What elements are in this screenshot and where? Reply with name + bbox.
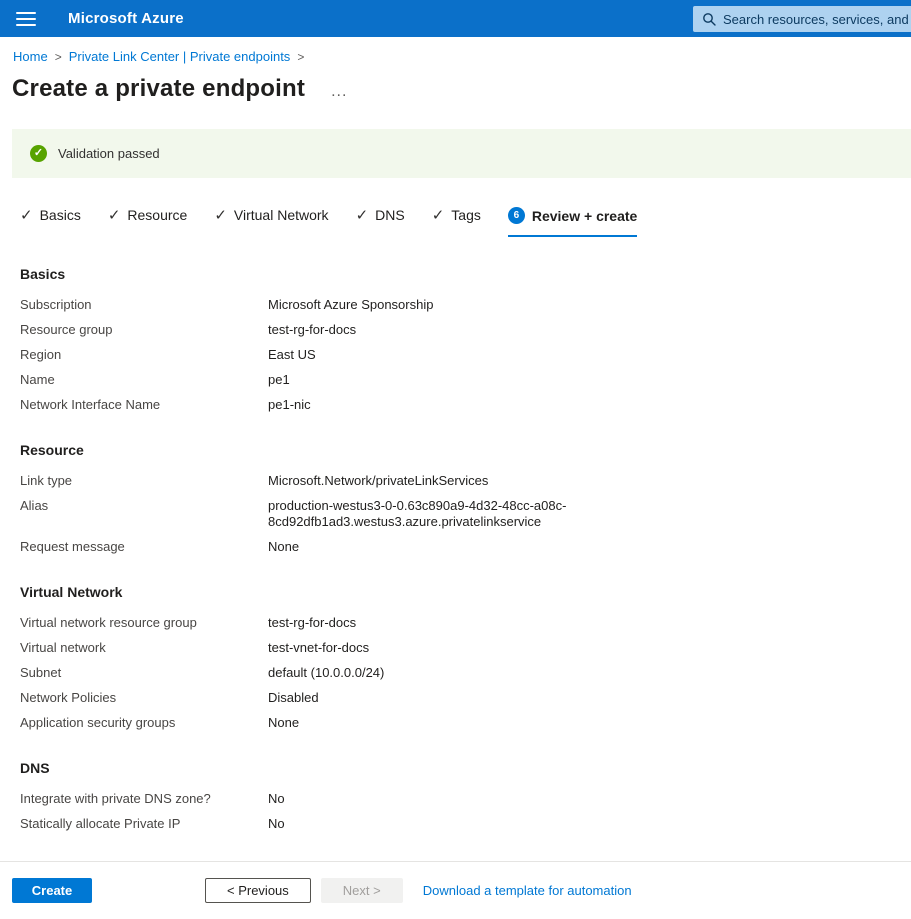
summary-row: Alias production-westus3-0-0.63c890a9-4d… [20, 498, 911, 530]
previous-button[interactable]: < Previous [205, 878, 311, 903]
tab-label: DNS [375, 207, 405, 223]
summary-row: Network Policies Disabled [20, 690, 911, 706]
section-heading: Resource [20, 442, 911, 458]
row-value: production-westus3-0-0.63c890a9-4d32-48c… [268, 498, 570, 530]
tab-label: Resource [127, 207, 187, 223]
section-virtual-network: Virtual Network Virtual network resource… [20, 584, 911, 731]
success-check-icon: ✓ [30, 145, 47, 162]
row-value: None [268, 539, 299, 555]
section-dns: DNS Integrate with private DNS zone? No … [20, 760, 911, 832]
more-actions-icon[interactable]: ... [331, 87, 347, 97]
row-label: Network Policies [20, 690, 268, 706]
product-title: Microsoft Azure [68, 10, 184, 27]
row-value: None [268, 715, 299, 731]
next-button[interactable]: Next > [321, 878, 403, 903]
section-resource: Resource Link type Microsoft.Network/pri… [20, 442, 911, 555]
summary-row: Name pe1 [20, 372, 911, 388]
row-value: pe1-nic [268, 397, 311, 413]
row-label: Virtual network [20, 640, 268, 656]
row-label: Resource group [20, 322, 268, 338]
checkmark-icon: ✓ [108, 208, 121, 223]
wizard-footer: Create < Previous Next > Download a temp… [0, 861, 911, 919]
row-value: Disabled [268, 690, 319, 706]
row-value: pe1 [268, 372, 290, 388]
row-label: Application security groups [20, 715, 268, 731]
row-label: Request message [20, 539, 268, 555]
search-icon [702, 12, 716, 26]
checkmark-icon: ✓ [432, 208, 445, 223]
row-label: Integrate with private DNS zone? [20, 791, 268, 807]
row-value: test-rg-for-docs [268, 322, 356, 338]
row-label: Link type [20, 473, 268, 489]
summary-row: Network Interface Name pe1-nic [20, 397, 911, 413]
section-heading: DNS [20, 760, 911, 776]
tab-resource[interactable]: ✓ Resource [108, 207, 188, 234]
summary-row: Integrate with private DNS zone? No [20, 791, 911, 807]
page-header: Create a private endpoint ... [12, 75, 911, 103]
validation-message: Validation passed [58, 146, 160, 161]
summary-row: Statically allocate Private IP No [20, 816, 911, 832]
row-label: Region [20, 347, 268, 363]
tab-dns[interactable]: ✓ DNS [356, 207, 405, 234]
global-search[interactable] [693, 6, 911, 32]
wizard-tabs: ✓ Basics ✓ Resource ✓ Virtual Network ✓ … [20, 207, 911, 237]
validation-banner: ✓ Validation passed [12, 129, 911, 178]
azure-top-bar: Microsoft Azure [0, 0, 911, 37]
row-value: test-rg-for-docs [268, 615, 356, 631]
checkmark-icon: ✓ [214, 208, 227, 223]
summary-row: Resource group test-rg-for-docs [20, 322, 911, 338]
breadcrumb-separator: > [297, 50, 304, 64]
row-label: Network Interface Name [20, 397, 268, 413]
checkmark-icon: ✓ [20, 208, 33, 223]
row-value: No [268, 791, 285, 807]
row-value: East US [268, 347, 316, 363]
row-value: test-vnet-for-docs [268, 640, 369, 656]
summary-row: Virtual network resource group test-rg-f… [20, 615, 911, 631]
row-value: No [268, 816, 285, 832]
section-heading: Basics [20, 266, 911, 282]
breadcrumb-private-link-center-link[interactable]: Private Link Center | Private endpoints [69, 49, 291, 64]
page-title: Create a private endpoint [12, 75, 305, 103]
summary-row: Region East US [20, 347, 911, 363]
hamburger-menu-icon[interactable] [16, 12, 36, 26]
section-basics: Basics Subscription Microsoft Azure Spon… [20, 266, 911, 413]
row-label: Virtual network resource group [20, 615, 268, 631]
row-label: Subnet [20, 665, 268, 681]
row-value: Microsoft Azure Sponsorship [268, 297, 433, 313]
search-input[interactable] [723, 12, 911, 27]
tab-label: Review + create [532, 208, 637, 224]
download-template-link[interactable]: Download a template for automation [423, 883, 632, 898]
row-value: default (10.0.0.0/24) [268, 665, 384, 681]
summary-row: Application security groups None [20, 715, 911, 731]
tab-label: Virtual Network [234, 207, 329, 223]
checkmark-icon: ✓ [356, 208, 369, 223]
row-label: Subscription [20, 297, 268, 313]
tab-review-create[interactable]: 6 Review + create [508, 207, 637, 237]
row-label: Alias [20, 498, 268, 530]
step-number-icon: 6 [508, 207, 525, 224]
review-summary: Basics Subscription Microsoft Azure Spon… [20, 266, 911, 832]
row-label: Statically allocate Private IP [20, 816, 268, 832]
tab-label: Basics [40, 207, 81, 223]
tab-virtual-network[interactable]: ✓ Virtual Network [214, 207, 328, 234]
summary-row: Subscription Microsoft Azure Sponsorship [20, 297, 911, 313]
summary-row: Request message None [20, 539, 911, 555]
summary-row: Subnet default (10.0.0.0/24) [20, 665, 911, 681]
tab-tags[interactable]: ✓ Tags [432, 207, 481, 234]
breadcrumb: Home > Private Link Center | Private end… [13, 49, 911, 64]
section-heading: Virtual Network [20, 584, 911, 600]
summary-row: Link type Microsoft.Network/privateLinkS… [20, 473, 911, 489]
row-value: Microsoft.Network/privateLinkServices [268, 473, 488, 489]
row-label: Name [20, 372, 268, 388]
summary-row: Virtual network test-vnet-for-docs [20, 640, 911, 656]
breadcrumb-separator: > [55, 50, 62, 64]
create-button[interactable]: Create [12, 878, 92, 903]
tab-basics[interactable]: ✓ Basics [20, 207, 81, 234]
breadcrumb-home-link[interactable]: Home [13, 49, 48, 64]
tab-label: Tags [451, 207, 481, 223]
